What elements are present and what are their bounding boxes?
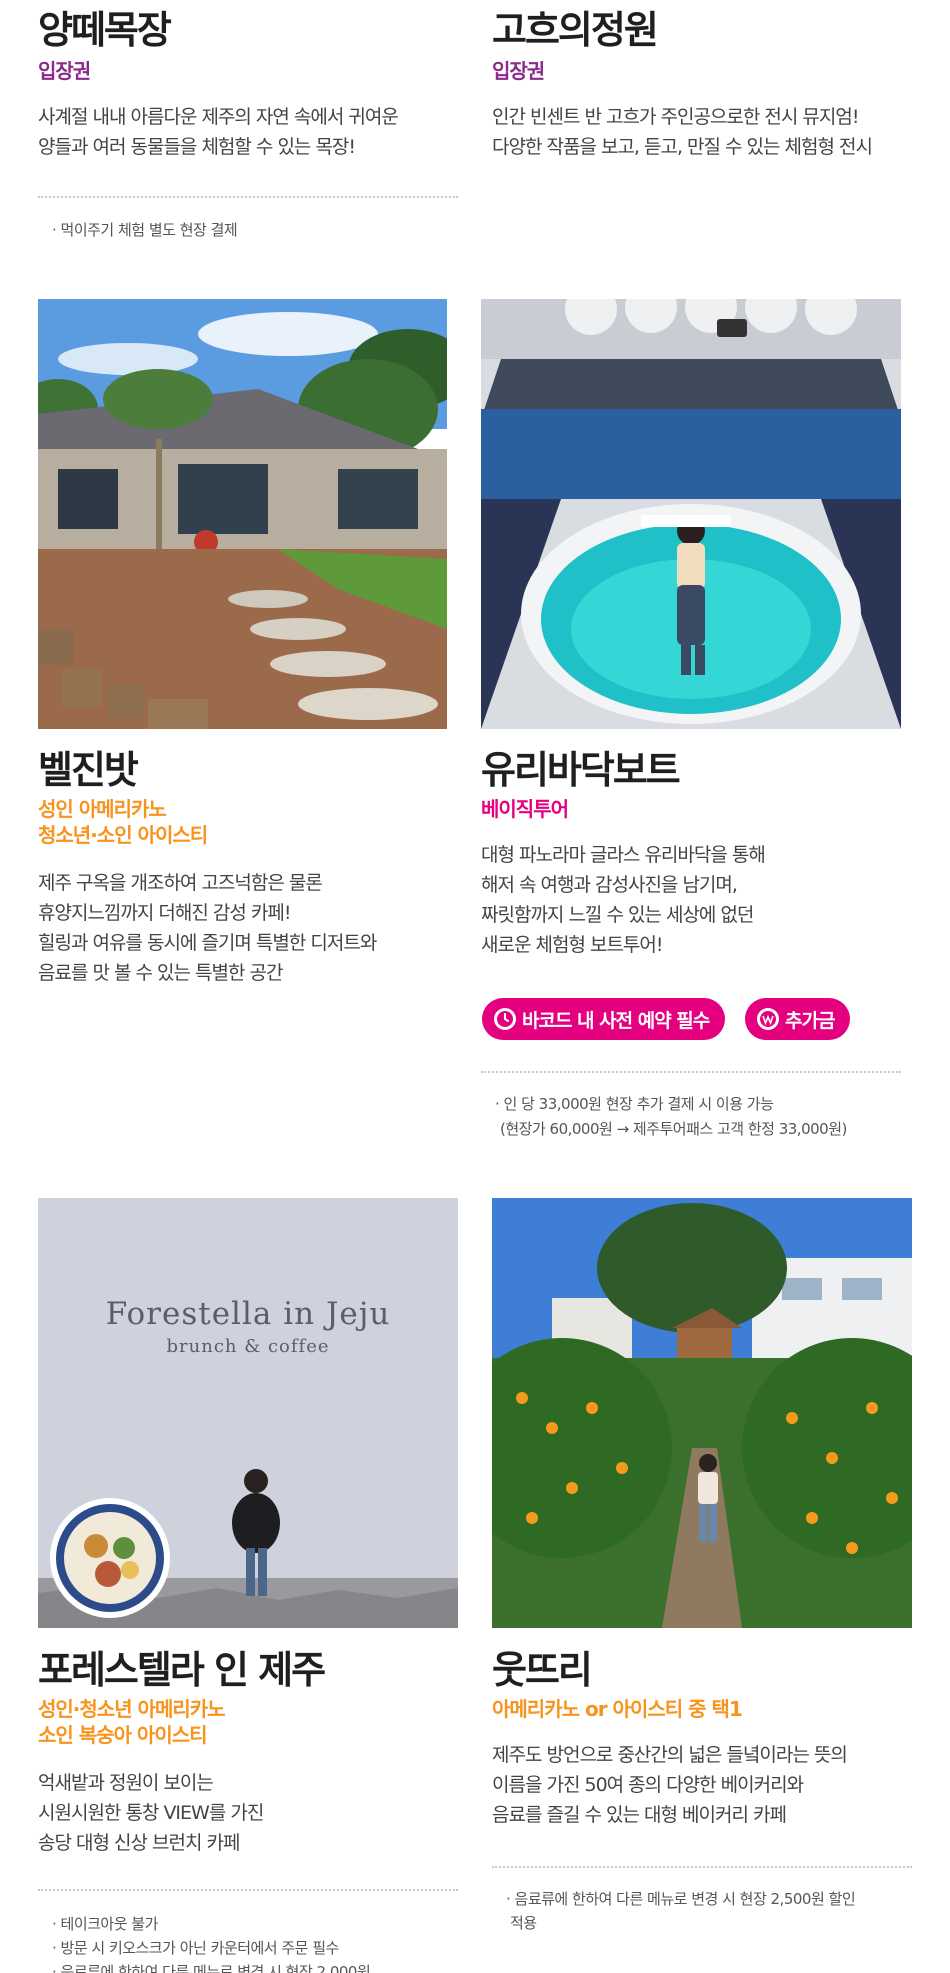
card-yangtte-farm: 양떼목장 입장권 사계절 내내 아름다운 제주의 자연 속에서 귀여운 양들과 … (38, 8, 458, 162)
card-title: 벨진밧 (38, 748, 139, 792)
card-utteuri: 웃뜨리 아메리카노 or 아이스티 중 택1 제주도 방언으로 중산간의 넓은 … (492, 1648, 912, 1830)
description-line: 인간 빈센트 반 고흐가 주인공으로한 전시 뮤지엄! (492, 106, 859, 128)
description-line: 제주도 방언으로 중산간의 넓은 들녘이라는 뜻의 (492, 1744, 848, 1766)
description-line: 사계절 내내 아름다운 제주의 자연 속에서 귀여운 (38, 106, 399, 128)
note-line: · 테이크아웃 불가 (52, 1915, 158, 1933)
subtitle-line: 소인 복숭아 아이스티 (38, 1723, 208, 1747)
card-description: 제주 구옥을 개조하여 고즈넉함은 물론 휴양지느낌까지 더해진 감성 카페! … (38, 868, 458, 988)
extra-fee-badge: 추가금 (745, 998, 851, 1040)
note-line: 적용 (510, 1914, 537, 1932)
card-subtitle: 베이직투어 (481, 797, 569, 821)
card-description: 대형 파노라마 글라스 유리바닥을 통해 해저 속 여행과 감성사진을 남기며,… (481, 840, 901, 960)
description-line: 양들과 여러 동물들을 체험할 수 있는 목장! (38, 136, 356, 158)
description-line: 새로운 체험형 보트투어! (481, 934, 664, 956)
card-description: 인간 빈센트 반 고흐가 주인공으로한 전시 뮤지엄! 다양한 작품을 보고, … (492, 102, 912, 162)
description-line: 송당 대형 신상 브런치 카페 (38, 1832, 240, 1854)
card-title: 고흐의정원 (492, 8, 659, 52)
clock-icon (494, 1008, 516, 1030)
description-line: 대형 파노라마 글라스 유리바닥을 통해 (481, 844, 766, 866)
utteuri-photo (492, 1198, 912, 1628)
card-subtitle: 아메리카노 or 아이스티 중 택1 (492, 1697, 743, 1721)
subtitle-line: 성인 아메리카노 (38, 797, 167, 821)
note-line: · 먹이주기 체험 별도 현장 결제 (52, 221, 238, 239)
reservation-required-badge: 바코드 내 사전 예약 필수 (482, 998, 726, 1040)
card-title: 유리바닥보트 (481, 748, 681, 792)
note-line: (현장가 60,000원 → 제주투어패스 고객 한정 33,000원) (500, 1120, 847, 1138)
card-beljinbat: 벨진밧 성인 아메리카노 청소년·소인 아이스티 제주 구옥을 개조하여 고즈넉… (38, 748, 458, 988)
card-gogh-garden: 고흐의정원 입장권 인간 빈센트 반 고흐가 주인공으로한 전시 뮤지엄! 다양… (492, 8, 912, 162)
note-line: · 음료류에 한하여 다른 메뉴로 변경 시 현장 2,500원 할인 (506, 1890, 856, 1908)
subtitle-line: 성인·청소년 아메리카노 (38, 1697, 226, 1721)
glass-boat-photo (481, 299, 901, 729)
note-line: · 음료류에 한하여 다른 메뉴로 변경 시 현장 2,000원 (52, 1963, 371, 1973)
description-line: 휴양지느낌까지 더해진 감성 카페! (38, 902, 291, 924)
card-title: 양떼목장 (38, 8, 172, 52)
note-line: · 방문 시 키오스크가 아닌 카운터에서 주문 필수 (52, 1939, 339, 1957)
card-subtitle: 성인·청소년 아메리카노 소인 복숭아 아이스티 (38, 1696, 458, 1748)
description-line: 이름을 가진 50여 종의 다양한 베이커리와 (492, 1774, 804, 1796)
sign-name: Forestella in Jeju (105, 1296, 391, 1332)
card-description: 사계절 내내 아름다운 제주의 자연 속에서 귀여운 양들과 여러 동물들을 체… (38, 102, 458, 162)
won-icon (757, 1008, 779, 1030)
description-line: 짜릿함까지 느낄 수 있는 세상에 없던 (481, 904, 754, 926)
forestella-sign: Forestella in Jeju brunch & coffee (38, 1296, 458, 1357)
badge-label: 추가금 (785, 1009, 835, 1032)
card-description: 억새밭과 정원이 보이는 시원시원한 통창 VIEW를 가진 송당 대형 신상 … (38, 1768, 458, 1858)
beljinbat-photo (38, 299, 447, 729)
card-forestella: 포레스텔라 인 제주 성인·청소년 아메리카노 소인 복숭아 아이스티 억새밭과… (38, 1648, 458, 1858)
description-line: 힐링과 여유를 동시에 즐기며 특별한 디저트와 (38, 932, 377, 954)
card-subtitle: 성인 아메리카노 청소년·소인 아이스티 (38, 796, 458, 848)
badge-label: 바코드 내 사전 예약 필수 (522, 1009, 710, 1032)
card-description: 제주도 방언으로 중산간의 넓은 들녘이라는 뜻의 이름을 가진 50여 종의 … (492, 1740, 912, 1830)
card-subtitle: 입장권 (492, 59, 545, 83)
description-line: 억새밭과 정원이 보이는 (38, 1772, 214, 1794)
card-title: 웃뜨리 (492, 1648, 593, 1692)
description-line: 해저 속 여행과 감성사진을 남기며, (481, 874, 738, 896)
forestella-photo: Forestella in Jeju brunch & coffee (38, 1198, 458, 1628)
card-glass-boat: 유리바닥보트 베이직투어 대형 파노라마 글라스 유리바닥을 통해 해저 속 여… (481, 748, 901, 960)
card-subtitle: 입장권 (38, 59, 91, 83)
divider (38, 1889, 458, 1891)
description-line: 제주 구옥을 개조하여 고즈넉함은 물론 (38, 872, 323, 894)
divider (38, 196, 458, 198)
note-line: · 인 당 33,000원 현장 추가 결제 시 이용 가능 (495, 1095, 774, 1113)
sign-tagline: brunch & coffee (166, 1336, 330, 1357)
description-line: 음료를 맛 볼 수 있는 특별한 공간 (38, 962, 283, 984)
description-line: 시원시원한 통창 VIEW를 가진 (38, 1802, 264, 1824)
description-line: 다양한 작품을 보고, 듣고, 만질 수 있는 체험형 전시 (492, 136, 873, 158)
divider (492, 1866, 912, 1868)
divider (481, 1071, 901, 1073)
description-line: 음료를 즐길 수 있는 대형 베이커리 카페 (492, 1804, 787, 1826)
subtitle-line: 청소년·소인 아이스티 (38, 823, 208, 847)
card-title: 포레스텔라 인 제주 (38, 1648, 326, 1692)
